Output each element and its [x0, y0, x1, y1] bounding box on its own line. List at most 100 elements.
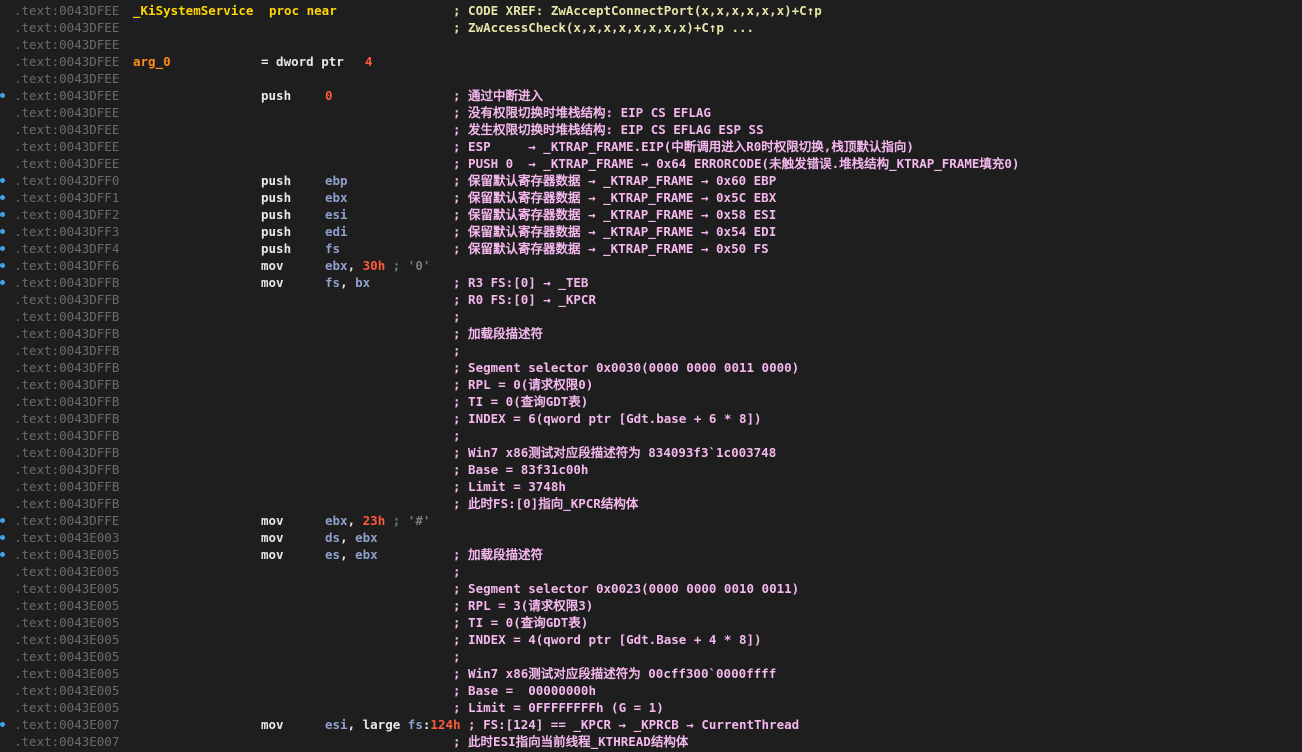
operand-token[interactable]: bx — [355, 275, 370, 290]
listing-line[interactable]: .text:0043DFFB ; 此时FS:[0]指向_KPCR结构体 — [0, 495, 1302, 512]
listing-line[interactable]: .text:0043DFEE ; ZwAccessCheck(x,x,x,x,x,… — [0, 19, 1302, 36]
instruction-mnemonic[interactable]: push — [261, 206, 291, 223]
listing-line[interactable]: .text:0043DFFB ; R0 FS:[0] → _KPCR — [0, 291, 1302, 308]
breakpoint-marker-icon[interactable] — [0, 280, 5, 285]
breakpoint-marker-icon[interactable] — [0, 246, 5, 251]
breakpoint-marker-icon[interactable] — [0, 722, 5, 727]
operand-token[interactable]: 23h — [363, 513, 386, 528]
listing-line[interactable]: .text:0043DFFB ; Base = 83f31c00h — [0, 461, 1302, 478]
operand-token[interactable]: ebx — [325, 190, 348, 205]
instruction-mnemonic[interactable]: mov — [261, 546, 284, 563]
operand-token[interactable]: ebx — [355, 547, 378, 562]
listing-line[interactable]: .text:0043DFFB ; 加载段描述符 — [0, 325, 1302, 342]
breakpoint-marker-icon[interactable] — [0, 178, 5, 183]
operand-token[interactable]: 124h — [430, 717, 460, 732]
breakpoint-marker-icon[interactable] — [0, 535, 5, 540]
xref-comment[interactable]: ; CODE XREF: ZwAcceptConnectPort(x,x,x,x… — [453, 2, 822, 19]
listing-line[interactable]: .text:0043DFFB mov fs, bx ; R3 FS:[0] → _TE… — [0, 274, 1302, 291]
breakpoint-marker-icon[interactable] — [0, 229, 5, 234]
listing-line[interactable]: .text:0043E003 mov ds, ebx — [0, 529, 1302, 546]
listing-line[interactable]: .text:0043DFEE ; ESP → _KTRAP_FRAME.EIP(中… — [0, 138, 1302, 155]
listing-line[interactable]: .text:0043DFEE push 0 ; 通过中断进入 — [0, 87, 1302, 104]
breakpoint-marker-icon[interactable] — [0, 93, 5, 98]
listing-line[interactable]: .text:0043DFF4 push fs ; 保留默认寄存器数据 → _KTRAP… — [0, 240, 1302, 257]
breakpoint-marker-icon[interactable] — [0, 263, 5, 268]
listing-line[interactable]: .text:0043DFFB; — [0, 308, 1302, 325]
operand-token[interactable]: proc near — [269, 3, 337, 18]
instruction-mnemonic[interactable]: mov — [261, 529, 284, 546]
listing-line[interactable]: .text:0043E007 mov esi, large fs:124h ; FS… — [0, 716, 1302, 733]
listing-line[interactable]: .text:0043DFFB ; Win7 x86测试对应段描述符为 834093… — [0, 444, 1302, 461]
operand-token[interactable]: , — [340, 547, 355, 562]
operand-token[interactable]: 0 — [325, 88, 333, 103]
listing-line[interactable]: .text:0043DFFB ; Segment selector 0x0030(… — [0, 359, 1302, 376]
instruction-operands[interactable]: ds, ebx — [325, 529, 378, 546]
breakpoint-marker-icon[interactable] — [0, 195, 5, 200]
disassembly-listing[interactable]: .text:0043DFEE _KiSystemService proc near;… — [0, 0, 1302, 752]
instruction-mnemonic[interactable]: mov — [261, 274, 284, 291]
instruction-mnemonic[interactable]: push — [261, 189, 291, 206]
instruction-operands[interactable]: esi, large fs:124h ; FS:[124] == _KPCR →… — [325, 716, 799, 733]
listing-line[interactable]: .text:0043E005 ; Win7 x86测试对应段描述符为 00cff3… — [0, 665, 1302, 682]
code-label[interactable]: _KiSystemService — [133, 2, 253, 19]
listing-line[interactable]: .text:0043DFF3 push edi ; 保留默认寄存器数据 → _KTRA… — [0, 223, 1302, 240]
operand-token[interactable]: esi — [325, 207, 348, 222]
instruction-operands[interactable]: ebx, 30h ; '0' — [325, 257, 430, 274]
operand-token[interactable]: edi — [325, 224, 348, 239]
instruction-operands[interactable]: fs — [325, 240, 340, 257]
listing-line[interactable]: .text:0043E007 ; 此时ESI指向当前线程_KTHREAD结构体 — [0, 733, 1302, 750]
instruction-operands[interactable]: 0 — [325, 87, 333, 104]
operand-token[interactable]: fs — [408, 717, 423, 732]
listing-line[interactable]: .text:0043DFFB; — [0, 342, 1302, 359]
instruction-operands[interactable]: 4 — [365, 53, 373, 70]
operand-token[interactable]: , — [348, 513, 363, 528]
operand-token[interactable]: es — [325, 547, 340, 562]
operand-token[interactable]: , — [340, 275, 355, 290]
listing-line[interactable]: .text:0043DFF0 push ebp ; 保留默认寄存器数据 → _KTRA… — [0, 172, 1302, 189]
listing-line[interactable]: .text:0043DFEE ; PUSH 0 → _KTRAP_FRAME → … — [0, 155, 1302, 172]
listing-line[interactable]: .text:0043DFEE — [0, 36, 1302, 53]
instruction-mnemonic[interactable]: mov — [261, 257, 284, 274]
operand-token[interactable]: ebx — [325, 258, 348, 273]
listing-line[interactable]: .text:0043E005 ; Segment selector 0x0023(… — [0, 580, 1302, 597]
listing-line[interactable]: .text:0043DFEE — [0, 70, 1302, 87]
operand-token[interactable]: ebx — [355, 530, 378, 545]
operand-token[interactable]: 30h — [363, 258, 386, 273]
listing-line[interactable]: .text:0043DFEE ; 没有权限切换时堆栈结构: EIP CS EFLA… — [0, 104, 1302, 121]
instruction-mnemonic[interactable]: push — [261, 223, 291, 240]
code-label[interactable]: arg_0 — [133, 53, 171, 70]
instruction-mnemonic[interactable]: push — [261, 87, 291, 104]
breakpoint-marker-icon[interactable] — [0, 552, 5, 557]
listing-line[interactable]: .text:0043DFFB ; INDEX = 6(qword ptr [Gdt… — [0, 410, 1302, 427]
listing-line[interactable]: .text:0043DFFB ; RPL = 0(请求权限0) — [0, 376, 1302, 393]
listing-line[interactable]: .text:0043E005 ; RPL = 3(请求权限3) — [0, 597, 1302, 614]
instruction-operands[interactable]: ebp — [325, 172, 348, 189]
instruction-mnemonic[interactable]: = dword ptr — [261, 53, 344, 70]
instruction-mnemonic[interactable]: push — [261, 172, 291, 189]
listing-line[interactable]: .text:0043E005; — [0, 563, 1302, 580]
operand-token[interactable]: esi — [325, 717, 348, 732]
listing-line[interactable]: .text:0043E005 ; Limit = 0FFFFFFFFh (G = … — [0, 699, 1302, 716]
listing-line[interactable]: .text:0043E005 mov es, ebx ; 加载段描述符 — [0, 546, 1302, 563]
listing-line[interactable]: .text:0043DFF1 push ebx ; 保留默认寄存器数据 → _KTRA… — [0, 189, 1302, 206]
operand-token[interactable]: ; '#' — [385, 513, 431, 528]
listing-line[interactable]: .text:0043E005 ; INDEX = 4(qword ptr [Gdt… — [0, 631, 1302, 648]
xref-comment[interactable]: ; ZwAccessCheck(x,x,x,x,x,x,x,x)+C↑p ... — [453, 19, 754, 36]
operand-token[interactable]: , — [340, 530, 355, 545]
breakpoint-marker-icon[interactable] — [0, 212, 5, 217]
listing-line[interactable]: .text:0043DFEE ; 发生权限切换时堆栈结构: EIP CS EFLA… — [0, 121, 1302, 138]
listing-line[interactable]: .text:0043DFEE _KiSystemService proc near;… — [0, 2, 1302, 19]
operand-token[interactable]: fs — [325, 275, 340, 290]
instruction-mnemonic[interactable]: mov — [261, 512, 284, 529]
listing-line[interactable]: .text:0043E005 ; TI = 0(查询GDT表) — [0, 614, 1302, 631]
listing-line[interactable]: .text:0043DFFB ; TI = 0(查询GDT表) — [0, 393, 1302, 410]
operand-token[interactable]: , large — [348, 717, 408, 732]
instruction-mnemonic[interactable]: push — [261, 240, 291, 257]
listing-line[interactable]: .text:0043DFF2 push esi ; 保留默认寄存器数据 → _KTRA… — [0, 206, 1302, 223]
listing-line[interactable]: .text:0043E005 ; Base = 00000000h — [0, 682, 1302, 699]
instruction-operands[interactable]: ebx — [325, 189, 348, 206]
listing-line[interactable]: .text:0043DFEE arg_0 = dword ptr 4 — [0, 53, 1302, 70]
operand-token[interactable]: ebp — [325, 173, 348, 188]
listing-line[interactable]: .text:0043DFF6 mov ebx, 30h ; '0' — [0, 257, 1302, 274]
listing-line[interactable]: .text:0043DFFB ; Limit = 3748h — [0, 478, 1302, 495]
